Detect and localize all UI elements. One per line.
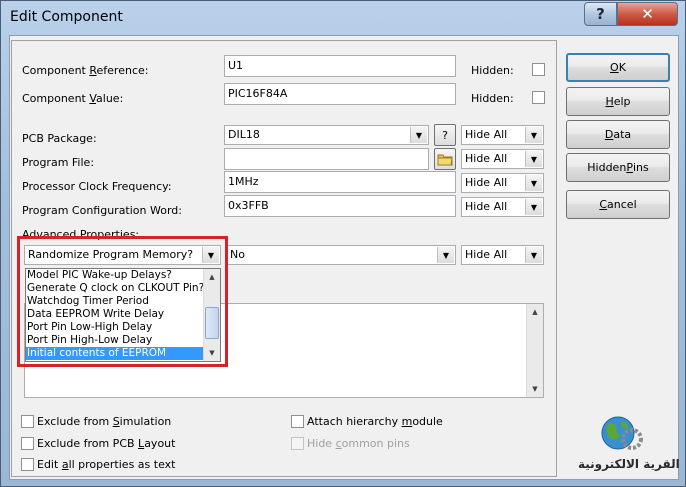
pcb-package-value: DIL18: [228, 128, 260, 141]
config-word-label: Program Configuration Word:: [22, 204, 182, 217]
data-button[interactable]: Data: [566, 120, 670, 149]
program-file-visibility-value: Hide All: [465, 152, 508, 165]
exclude-simulation-label: Exclude from Simulation: [37, 415, 172, 428]
config-visibility-value: Hide All: [465, 200, 508, 213]
reference-hidden-label: Hidden:: [471, 64, 514, 77]
red-highlight-box: [17, 236, 228, 367]
folder-icon: [437, 154, 453, 165]
help-button[interactable]: Help: [566, 87, 670, 116]
scroll-up-icon[interactable]: ▲: [527, 304, 543, 320]
pcb-package-select[interactable]: DIL18 ▼: [224, 125, 429, 145]
pcb-package-label: PCB Package:: [22, 132, 97, 145]
chevron-down-icon: ▼: [525, 127, 542, 143]
ok-button[interactable]: OK: [566, 53, 670, 82]
edit-all-checkbox[interactable]: [21, 458, 34, 471]
exclude-pcb-label: Exclude from PCB Layout: [37, 437, 176, 450]
edit-all-label: Edit all properties as text: [37, 458, 176, 471]
config-word-input[interactable]: 0x3FFB: [224, 195, 456, 217]
browse-folder-button[interactable]: [434, 148, 456, 170]
title-bar: Edit Component ? ✕: [1, 1, 685, 35]
help-title-button[interactable]: ?: [584, 2, 617, 26]
advanced-value-select[interactable]: No ▼: [226, 245, 456, 265]
advanced-value-text: No: [230, 248, 245, 261]
value-hidden-label: Hidden:: [471, 92, 514, 105]
program-file-visibility-select[interactable]: Hide All ▼: [461, 149, 544, 169]
chevron-down-icon: ▼: [437, 247, 454, 263]
edit-component-window: Edit Component ? ✕ Component Reference: …: [0, 0, 686, 487]
attach-hierarchy-checkbox[interactable]: [291, 415, 304, 428]
watermark-text: القرية الالكترونية: [578, 457, 680, 471]
clock-frequency-visibility-select[interactable]: Hide All ▼: [461, 173, 544, 193]
chevron-down-icon: ▼: [525, 199, 542, 215]
exclude-simulation-checkbox[interactable]: [21, 415, 34, 428]
hidden-pins-button[interactable]: Hidden Pins: [566, 153, 670, 182]
pcb-package-query-button[interactable]: ?: [434, 124, 456, 146]
clock-visibility-value: Hide All: [465, 176, 508, 189]
chevron-down-icon: ▼: [410, 127, 427, 143]
component-reference-label: Component Reference:: [22, 64, 149, 77]
properties-panel: Component Reference: U1 Hidden: Componen…: [11, 40, 557, 477]
scroll-down-icon[interactable]: ▼: [527, 381, 543, 397]
advanced-visibility-value: Hide All: [465, 248, 508, 261]
value-hidden-checkbox[interactable]: [532, 91, 545, 104]
pcb-package-visibility-select[interactable]: Hide All ▼: [461, 125, 544, 145]
chevron-down-icon: ▼: [525, 247, 542, 263]
chevron-down-icon: ▼: [525, 151, 542, 167]
watermark-logo: القرية الالكترونية: [574, 413, 684, 479]
advanced-visibility-select[interactable]: Hide All ▼: [461, 245, 544, 265]
chevron-down-icon: ▼: [525, 175, 542, 191]
close-button[interactable]: ✕: [617, 2, 678, 26]
config-word-visibility-select[interactable]: Hide All ▼: [461, 197, 544, 217]
clock-frequency-label: Processor Clock Frequency:: [22, 180, 172, 193]
component-reference-input[interactable]: U1: [224, 55, 456, 77]
exclude-pcb-checkbox[interactable]: [21, 437, 34, 450]
window-title: Edit Component: [10, 9, 123, 25]
text-area-scrollbar[interactable]: ▲ ▼: [526, 304, 543, 397]
program-file-input[interactable]: [224, 148, 429, 170]
hide-common-pins-label: Hide common pins: [307, 437, 410, 450]
clock-frequency-input[interactable]: 1MHz: [224, 171, 456, 193]
component-value-input[interactable]: PIC16F84A: [224, 83, 456, 105]
pcb-visibility-value: Hide All: [465, 128, 508, 141]
component-value-label: Component Value:: [22, 92, 124, 105]
reference-hidden-checkbox[interactable]: [532, 63, 545, 76]
cancel-button[interactable]: Cancel: [566, 190, 670, 219]
close-icon: ✕: [641, 5, 654, 23]
help-title-icon: ?: [596, 5, 605, 23]
attach-hierarchy-label: Attach hierarchy module: [307, 415, 443, 428]
hide-common-pins-checkbox[interactable]: [291, 437, 304, 450]
program-file-label: Program File:: [22, 156, 95, 169]
